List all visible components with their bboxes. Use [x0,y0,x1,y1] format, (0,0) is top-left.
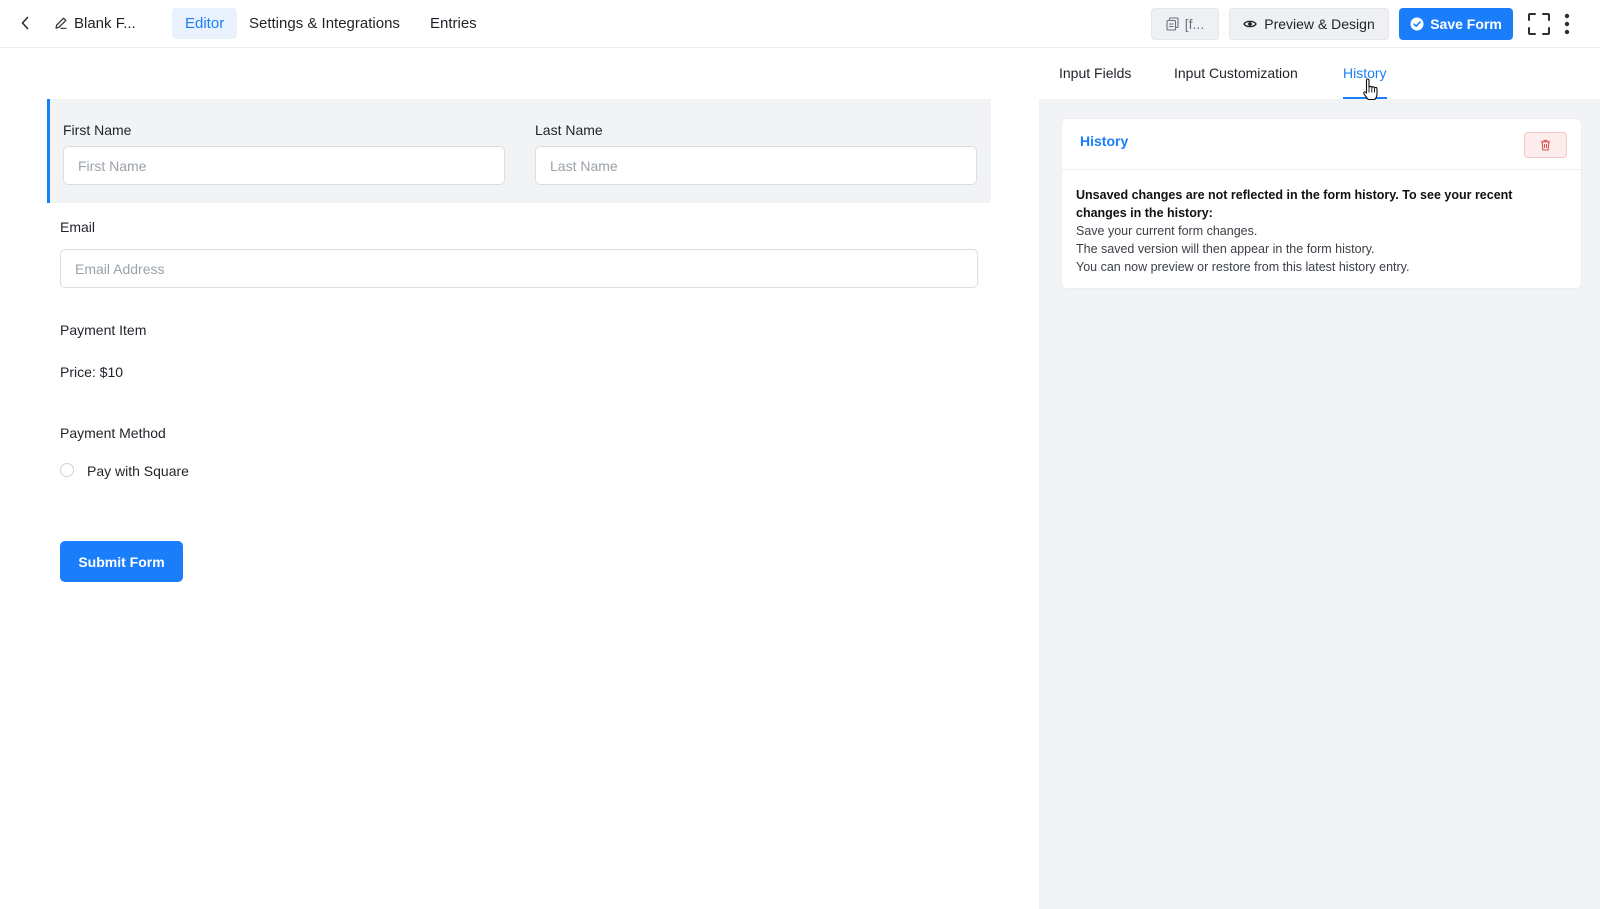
pay-with-square-radio[interactable] [60,463,74,477]
history-card: History Unsaved changes are not reflecte… [1061,118,1582,289]
history-step: The saved version will then appear in th… [1076,242,1375,256]
email-input[interactable] [60,249,978,288]
payment-price-text: Price: $10 [60,364,124,380]
first-name-label: First Name [63,122,132,138]
tab-editor[interactable]: Editor [172,8,238,39]
shortcode-label: [f... [1184,16,1205,32]
more-options-button[interactable] [1559,12,1575,36]
tab-input-fields[interactable]: Input Fields [1059,65,1131,89]
form-title[interactable]: Blank F... [54,12,136,34]
last-name-input[interactable] [535,146,977,185]
submit-form-button[interactable]: Submit Form [60,541,183,582]
history-title: History [1080,133,1129,149]
save-form-label: Save Form [1430,16,1502,32]
tab-settings-integrations[interactable]: Settings & Integrations [240,8,409,39]
tab-entries[interactable]: Entries [421,8,486,39]
pencil-icon [55,17,67,29]
history-notice-text: Unsaved changes are not reflected in the… [1076,188,1513,220]
tab-history[interactable]: History [1343,65,1387,99]
email-label: Email [60,219,96,235]
eye-icon [1243,20,1257,28]
fullscreen-button[interactable] [1527,12,1551,36]
more-vertical-icon [1564,13,1570,35]
history-notice: Unsaved changes are not reflected in the… [1076,186,1566,276]
tab-input-customization[interactable]: Input Customization [1174,65,1298,89]
history-card-header: History [1062,119,1581,170]
chevron-left-icon [21,16,29,30]
pay-with-square-label[interactable]: Pay with Square [87,463,189,479]
history-step: You can now preview or restore from this… [1076,260,1410,274]
payment-method-label: Payment Method [60,425,166,441]
copy-icon [1166,17,1179,31]
preview-design-button[interactable]: Preview & Design [1229,8,1389,40]
clear-history-button[interactable] [1524,132,1567,158]
expand-icon [1528,13,1550,35]
history-step: Save your current form changes. [1076,224,1258,238]
top-bar: Blank F... Editor Settings & Integration… [0,0,1600,48]
payment-item-label: Payment Item [60,322,147,338]
shortcode-button[interactable]: [f... [1151,8,1219,40]
check-circle-icon [1410,17,1424,31]
form-title-text: Blank F... [74,14,136,32]
back-button[interactable] [14,12,36,34]
preview-design-label: Preview & Design [1264,16,1375,32]
first-name-input[interactable] [63,146,505,185]
last-name-label: Last Name [535,122,603,138]
save-form-button[interactable]: Save Form [1399,8,1513,40]
trash-icon [1541,139,1550,151]
